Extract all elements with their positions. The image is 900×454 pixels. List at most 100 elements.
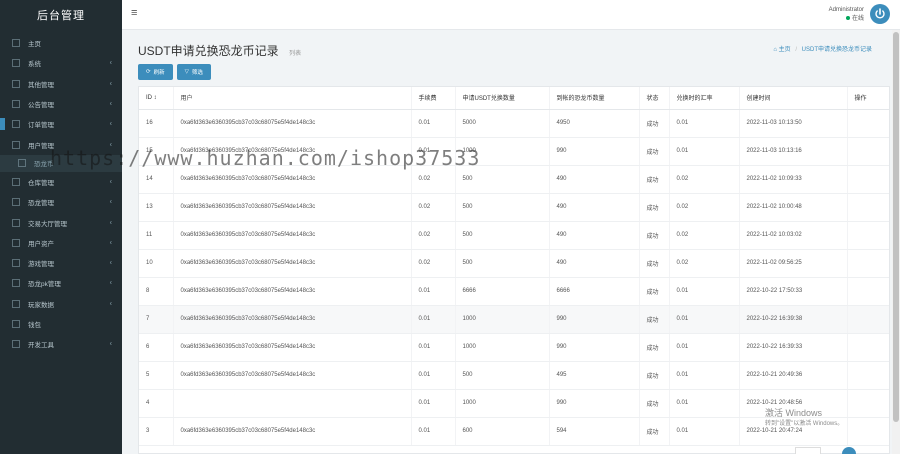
cell-user: 0xa6fd363e6360395cb37c03c68075e5f4de148c… — [173, 417, 412, 446]
cell-actions[interactable] — [847, 389, 889, 418]
table-row[interactable]: 10 0xa6fd363e6360395cb37c03c68075e5f4de14… — [139, 249, 889, 278]
sidebar-item-label: 交易大厅管理 — [28, 220, 67, 228]
cell-status: 成功 — [639, 221, 670, 250]
sidebar-item[interactable]: 恐龙pk管理 ‹ — [0, 273, 122, 293]
table-row[interactable]: 11 0xa6fd363e6360395cb37c03c68075e5f4de14… — [139, 221, 889, 250]
column-header: 状态 — [639, 87, 670, 110]
sidebar-resize-handle[interactable] — [0, 118, 5, 130]
cell-status: 成功 — [639, 389, 670, 418]
cell-usdt: 1000 — [455, 333, 550, 362]
cell-actions[interactable] — [847, 305, 889, 334]
online-status-text: 在线 — [851, 16, 864, 22]
cell-actions[interactable] — [847, 193, 889, 222]
cell-coin: 490 — [549, 165, 640, 194]
sidebar-item[interactable]: 系统 ‹ — [0, 53, 122, 73]
sidebar-item-label: 恐龙pk管理 — [28, 281, 61, 289]
table-row[interactable]: 6 0xa6fd363e6360395cb37c03c68075e5f4de148… — [139, 333, 889, 362]
home-icon: ⌂ — [773, 47, 777, 53]
chevron-left-icon: ‹ — [109, 259, 112, 267]
cell-coin: 990 — [549, 389, 640, 418]
pagination-control[interactable] — [795, 447, 821, 454]
cell-coin: 490 — [549, 193, 640, 222]
sidebar-item[interactable]: 其他管理 ‹ — [0, 74, 122, 94]
power-icon — [875, 8, 885, 19]
floating-action-button[interactable] — [842, 447, 856, 454]
sidebar-item-label: 主页 — [28, 41, 41, 49]
breadcrumb-home-link[interactable]: 主页 — [779, 47, 791, 53]
menu-item-icon — [12, 177, 20, 186]
menu-item-icon — [12, 39, 20, 48]
cell-actions[interactable] — [847, 417, 889, 446]
menu-item-icon — [12, 198, 20, 207]
table-row[interactable]: 16 0xa6fd363e6360395cb37c03c68075e5f4de14… — [139, 109, 889, 138]
sidebar-item[interactable]: 主页 — [0, 33, 122, 53]
menu-item-icon — [12, 340, 20, 349]
sidebar-item[interactable]: 公告管理 ‹ — [0, 94, 122, 114]
sidebar-item[interactable]: 钱包 — [0, 314, 122, 334]
cell-actions[interactable] — [847, 137, 889, 166]
filter-button-label: 筛选 — [191, 70, 203, 76]
column-header: 申请USDT兑换数量 — [455, 87, 550, 110]
vertical-scrollbar[interactable] — [892, 30, 900, 454]
brand-logo[interactable]: 后台管理 — [0, 0, 122, 33]
sidebar-item[interactable]: 仓库管理 ‹ — [0, 172, 122, 192]
cell-fee: 0.01 — [411, 109, 456, 138]
cell-actions[interactable] — [847, 361, 889, 390]
sidebar-item[interactable]: 恐龙管理 ‹ — [0, 192, 122, 212]
table-row[interactable]: 5 0xa6fd363e6360395cb37c03c68075e5f4de148… — [139, 361, 889, 390]
cell-actions[interactable] — [847, 109, 889, 138]
menu-item-icon — [12, 218, 20, 227]
cell-time: 2022-11-02 10:03:02 — [739, 221, 848, 250]
table-row[interactable]: 7 0xa6fd363e6360395cb37c03c68075e5f4de148… — [139, 305, 889, 334]
chevron-left-icon: ‹ — [109, 178, 112, 186]
page-header: USDT申请兑换恐龙币记录 列表 — [138, 42, 301, 60]
cell-actions[interactable] — [847, 221, 889, 250]
cell-actions[interactable] — [847, 165, 889, 194]
cell-actions[interactable] — [847, 277, 889, 306]
table-row[interactable]: 8 0xa6fd363e6360395cb37c03c68075e5f4de148… — [139, 277, 889, 306]
chevron-left-icon: ‹ — [109, 80, 112, 88]
scrollbar-thumb[interactable] — [893, 32, 899, 422]
cell-fee: 0.01 — [411, 305, 456, 334]
column-header: 兑换时的汇率 — [669, 87, 740, 110]
sidebar-item[interactable]: 交易大厅管理 ‹ — [0, 212, 122, 232]
column-header[interactable]: ID ↕ — [139, 87, 174, 110]
cell-id: 8 — [139, 277, 174, 306]
hamburger-menu-icon[interactable]: ≡ — [131, 7, 137, 19]
cell-id: 11 — [139, 221, 174, 250]
cell-coin: 4950 — [549, 109, 640, 138]
filter-button[interactable]: ▽ 筛选 — [176, 64, 211, 80]
cell-fee: 0.01 — [411, 417, 456, 446]
cell-actions[interactable] — [847, 249, 889, 278]
user-info[interactable]: Administrator 在线 — [829, 6, 864, 24]
table-row[interactable]: 13 0xa6fd363e6360395cb37c03c68075e5f4de14… — [139, 193, 889, 222]
cell-coin: 495 — [549, 361, 640, 390]
chevron-left-icon: ‹ — [109, 59, 112, 67]
cell-actions[interactable] — [847, 333, 889, 362]
cell-id: 7 — [139, 305, 174, 334]
online-status-dot-icon — [845, 16, 850, 21]
refresh-icon: ⟳ — [146, 69, 151, 75]
chevron-left-icon: ‹ — [109, 340, 112, 348]
cell-usdt: 600 — [455, 417, 550, 446]
sidebar-item[interactable]: 玩家数据 ‹ — [0, 294, 122, 314]
sidebar-item[interactable]: 开发工具 ‹ — [0, 334, 122, 354]
avatar[interactable] — [870, 4, 890, 24]
sidebar-item[interactable]: 订单管理 ‹ — [0, 114, 122, 134]
cell-status: 成功 — [639, 193, 670, 222]
cell-status: 成功 — [639, 361, 670, 390]
cell-usdt: 1000 — [455, 389, 550, 418]
chevron-left-icon: ‹ — [109, 300, 112, 308]
sidebar-item[interactable]: 游戏管理 ‹ — [0, 253, 122, 273]
cell-id: 10 — [139, 249, 174, 278]
menu-item-icon — [12, 100, 20, 109]
cell-rate: 0.02 — [669, 249, 740, 278]
column-header: 手续费 — [411, 87, 456, 110]
cell-coin: 990 — [549, 137, 640, 166]
sidebar-menu: 主页 系统 ‹ 其他管理 ‹ 公告管理 ‹ 订单管理 ‹ 用户管理 ‹ 恐龙币 仓库管理 ‹ 恐龙管理 ‹ 交易… — [0, 33, 122, 354]
chevron-left-icon: ‹ — [109, 120, 112, 128]
sidebar-item[interactable]: 用户资产 ‹ — [0, 233, 122, 253]
refresh-button[interactable]: ⟳ 刷新 — [138, 64, 173, 80]
cell-rate: 0.02 — [669, 193, 740, 222]
cell-fee: 0.01 — [411, 361, 456, 390]
